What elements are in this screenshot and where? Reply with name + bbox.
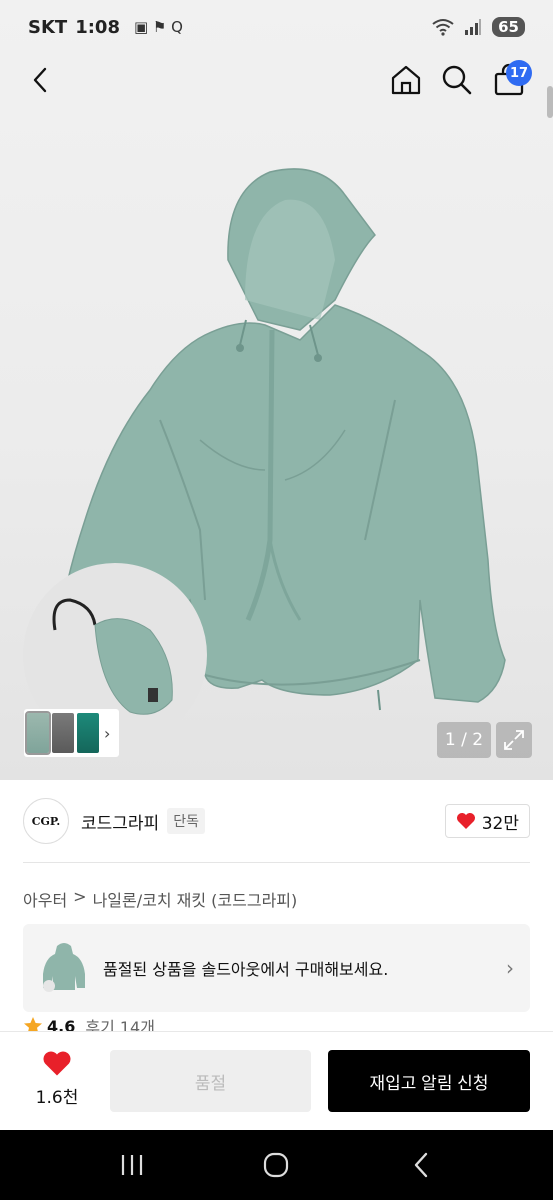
restock-alert-button[interactable]: 재입고 알림 신청 bbox=[328, 1050, 530, 1112]
soldout-button: 품절 bbox=[110, 1050, 311, 1112]
wifi-icon bbox=[432, 19, 454, 36]
wishlist-button[interactable]: 1.6천 bbox=[28, 1050, 86, 1108]
cart-count-badge: 17 bbox=[506, 60, 532, 86]
thumbnail-strip[interactable]: › bbox=[24, 709, 119, 757]
thumbnail-teal[interactable] bbox=[77, 713, 99, 753]
breadcrumb-category[interactable]: 아우터 bbox=[23, 887, 67, 911]
status-left: SKT 1:08 ▣ ⚑ Q bbox=[28, 17, 183, 38]
purchase-bar: 1.6천 품절 재입고 알림 신청 bbox=[0, 1032, 553, 1130]
product-hero: SKT 1:08 ▣ ⚑ Q 65 17 › 1 / 2 bbox=[0, 0, 553, 780]
search-button[interactable] bbox=[437, 60, 477, 100]
signal-icon bbox=[465, 19, 482, 35]
home-button[interactable] bbox=[386, 60, 426, 100]
breadcrumb-separator: > bbox=[73, 887, 87, 906]
status-right: 65 bbox=[432, 17, 525, 37]
back-button[interactable] bbox=[20, 60, 60, 100]
heart-icon bbox=[43, 1051, 71, 1076]
brand-like-button[interactable]: 32만 bbox=[444, 804, 530, 838]
product-page: SKT 1:08 ▣ ⚑ Q 65 17 › 1 / 2 CGP. 코드그라피 … bbox=[0, 0, 553, 1200]
home-nav-button[interactable] bbox=[246, 1140, 306, 1190]
recent-apps-button[interactable] bbox=[102, 1140, 162, 1190]
top-nav bbox=[0, 54, 553, 106]
home-icon bbox=[391, 65, 421, 95]
banner-product-thumbnail bbox=[43, 943, 85, 992]
chevron-right-icon: › bbox=[506, 956, 514, 980]
brand-like-count: 32만 bbox=[481, 813, 519, 834]
exclusive-tag: 단독 bbox=[167, 808, 205, 834]
brand-row: CGP. 코드그라피 단독 32만 bbox=[0, 780, 553, 862]
expand-icon bbox=[504, 730, 524, 750]
divider bbox=[23, 862, 530, 863]
chevron-right-icon[interactable]: › bbox=[104, 724, 110, 743]
image-counter: 1 / 2 bbox=[437, 722, 491, 758]
heart-icon bbox=[456, 813, 475, 829]
recent-apps-icon bbox=[122, 1155, 143, 1175]
back-arrow-icon bbox=[414, 1152, 428, 1178]
expand-button[interactable] bbox=[496, 722, 532, 758]
banner-text: 품절된 상품을 솔드아웃에서 구매해보세요. bbox=[103, 960, 389, 979]
brand-name[interactable]: 코드그라피 bbox=[81, 809, 159, 834]
system-navigation-bar bbox=[0, 1130, 553, 1200]
system-back-button[interactable] bbox=[391, 1140, 451, 1190]
scrollbar-thumb[interactable] bbox=[547, 86, 553, 118]
chevron-left-icon bbox=[33, 67, 47, 93]
brand-logo[interactable]: CGP. bbox=[23, 798, 69, 844]
thumbnail-gray[interactable] bbox=[52, 713, 74, 753]
home-circle-icon bbox=[264, 1152, 289, 1178]
carrier-label: SKT bbox=[28, 16, 68, 38]
battery-indicator: 65 bbox=[492, 17, 525, 37]
thumbnail-mint[interactable] bbox=[25, 711, 51, 755]
search-icon bbox=[442, 65, 472, 95]
clock: 1:08 bbox=[75, 16, 120, 38]
breadcrumb-subcategory[interactable]: 나일론/코치 재킷 (코드그라피) bbox=[93, 887, 298, 911]
status-bar: SKT 1:08 ▣ ⚑ Q 65 bbox=[0, 0, 553, 54]
notification-icons: ▣ ⚑ Q bbox=[133, 18, 183, 36]
product-image[interactable] bbox=[0, 140, 553, 740]
soldout-banner[interactable]: 품절된 상품을 솔드아웃에서 구매해보세요. › bbox=[23, 924, 530, 1012]
wishlist-count: 1.6천 bbox=[35, 1088, 79, 1108]
breadcrumb: 아우터 > 나일론/코치 재킷 (코드그라피) bbox=[23, 887, 297, 911]
